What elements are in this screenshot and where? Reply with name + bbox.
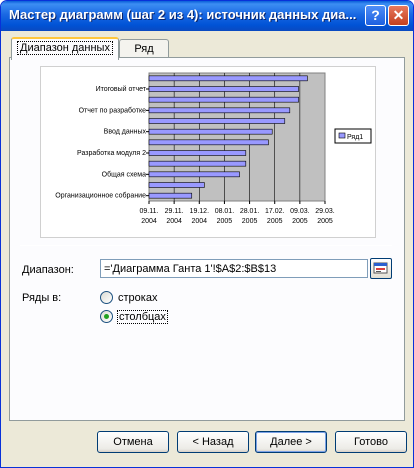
collapse-dialog-icon bbox=[373, 262, 388, 274]
next-button[interactable]: Далее > bbox=[255, 431, 327, 453]
chart-wizard-dialog: Мастер диаграмм (шаг 2 из 4): источник д… bbox=[0, 0, 414, 468]
x-tick-label: 09.11. 2004 bbox=[140, 208, 159, 225]
collapse-dialog-button[interactable] bbox=[370, 258, 392, 279]
y-tick-label: Итоговый отчет bbox=[96, 85, 147, 93]
title-bar[interactable]: Мастер диаграмм (шаг 2 из 4): источник д… bbox=[1, 1, 413, 31]
x-tick-label: 29.11. 2004 bbox=[165, 208, 184, 225]
window-title: Мастер диаграмм (шаг 2 из 4): источник д… bbox=[9, 7, 357, 22]
x-tick-label: 28.01. 2005 bbox=[240, 208, 260, 225]
y-tick-label: Ввод данных bbox=[104, 129, 147, 136]
bar bbox=[148, 150, 247, 156]
x-tick-label: 29.03. 2005 bbox=[315, 208, 335, 225]
tab-data-range[interactable]: Диапазон данных bbox=[11, 37, 119, 60]
x-tick-label: 08.01. 2005 bbox=[215, 208, 235, 225]
bar bbox=[148, 86, 299, 92]
chart-svg: 09.11. 2004 29.11. 2004 19.12. 2004 08.01. 2005… bbox=[55, 72, 372, 225]
x-tick-label: 17.02. 2005 bbox=[265, 208, 285, 225]
chart-preview: 09.11. 2004 29.11. 2004 19.12. 2004 08.01. 2005… bbox=[40, 66, 376, 238]
bar bbox=[148, 139, 269, 146]
columns-radio-label[interactable]: столбцах bbox=[117, 310, 168, 324]
bar bbox=[148, 182, 205, 188]
bar bbox=[148, 107, 291, 114]
bar bbox=[148, 128, 273, 135]
columns-radio[interactable] bbox=[100, 310, 113, 323]
tab-data-range-label: Диапазон данных bbox=[17, 41, 113, 55]
bar bbox=[148, 96, 299, 103]
close-button[interactable]: ✕ bbox=[388, 5, 409, 26]
tab-panel: 09.11. 2004 29.11. 2004 19.12. 2004 08.01. 2005… bbox=[9, 57, 405, 421]
back-button[interactable]: < Назад bbox=[177, 431, 249, 453]
bar bbox=[148, 192, 193, 199]
series-in-label: Ряды в: bbox=[22, 292, 62, 304]
bar bbox=[148, 160, 247, 167]
x-tick-label: 09.03. 2005 bbox=[290, 208, 310, 225]
bar bbox=[148, 118, 286, 124]
tab-series-label: Ряд bbox=[134, 43, 154, 55]
cancel-button[interactable]: Отмена bbox=[97, 431, 169, 453]
range-input[interactable] bbox=[100, 259, 368, 278]
help-button[interactable]: ? bbox=[365, 5, 386, 26]
x-tick-label: 19.12. 2004 bbox=[190, 208, 210, 225]
bar bbox=[148, 75, 308, 82]
rows-radio-label[interactable]: строках bbox=[118, 292, 157, 304]
finish-button[interactable]: Готово bbox=[335, 431, 407, 453]
range-label: Диапазон: bbox=[22, 264, 74, 276]
y-tick-label: Организационное собрание bbox=[55, 192, 146, 200]
plot-area bbox=[148, 72, 326, 202]
separator bbox=[20, 245, 392, 246]
y-tick-label: Отчет по разработке bbox=[79, 106, 147, 114]
y-tick-label: Разработка модуля 2 bbox=[77, 149, 146, 157]
rows-radio[interactable] bbox=[100, 291, 113, 304]
y-tick-label: Общая схема bbox=[102, 170, 146, 178]
legend-swatch bbox=[338, 132, 346, 139]
legend-label: Ряд1 bbox=[347, 134, 363, 141]
bar bbox=[148, 171, 240, 178]
